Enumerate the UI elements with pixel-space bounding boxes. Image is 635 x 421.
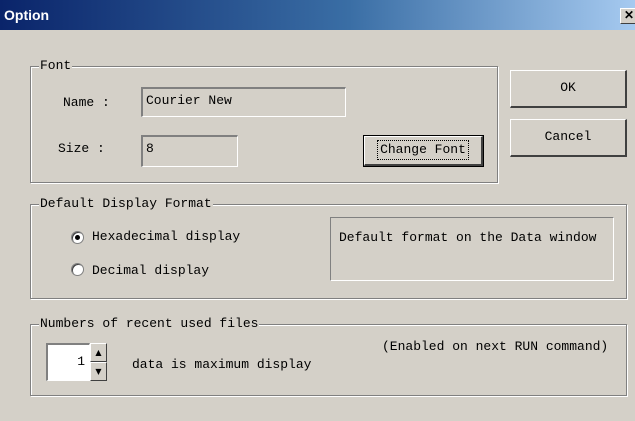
ok-button[interactable]: OK bbox=[510, 70, 627, 108]
font-name-field[interactable]: Courier New bbox=[141, 87, 346, 117]
spin-up-button[interactable]: ▲ bbox=[90, 343, 107, 362]
display-format-description: Default format on the Data window bbox=[330, 217, 614, 281]
change-font-label: Change Font bbox=[377, 140, 469, 160]
recent-files-spinner[interactable]: ▲ ▼ bbox=[90, 343, 107, 381]
recent-files-groupbox: Numbers of recent used files 1 ▲ ▼ data … bbox=[30, 316, 627, 396]
change-font-button[interactable]: Change Font bbox=[363, 135, 484, 167]
radio-button-hexadecimal[interactable] bbox=[71, 231, 84, 244]
font-group-legend: Font bbox=[39, 58, 73, 74]
recent-files-count-input[interactable]: 1 bbox=[46, 343, 90, 381]
cancel-button[interactable]: Cancel bbox=[510, 119, 627, 157]
font-size-label: Size : bbox=[58, 141, 105, 156]
font-name-label: Name : bbox=[63, 95, 110, 110]
spin-down-icon: ▼ bbox=[95, 367, 102, 376]
recent-files-note: (Enabled on next RUN command) bbox=[382, 339, 609, 354]
recent-files-legend: Numbers of recent used files bbox=[39, 316, 260, 332]
display-format-groupbox: Default Display Format Hexadecimal displ… bbox=[30, 196, 627, 299]
radio-selected-dot bbox=[75, 235, 80, 240]
radio-hexadecimal-label[interactable]: Hexadecimal display bbox=[92, 229, 240, 245]
window-title: Option bbox=[4, 7, 50, 23]
spin-up-icon: ▲ bbox=[95, 348, 102, 357]
radio-button-decimal[interactable] bbox=[71, 263, 84, 276]
font-groupbox: Font Name : Courier New Size : 8 Change … bbox=[30, 58, 498, 183]
radio-decimal-label[interactable]: Decimal display bbox=[92, 263, 209, 279]
close-icon: ✕ bbox=[624, 8, 635, 22]
title-bar: Option ✕ bbox=[0, 0, 635, 30]
recent-files-suffix-label: data is maximum display bbox=[132, 357, 312, 372]
close-button[interactable]: ✕ bbox=[620, 8, 635, 24]
font-size-field[interactable]: 8 bbox=[141, 135, 238, 167]
spin-down-button[interactable]: ▼ bbox=[90, 362, 107, 381]
display-format-legend: Default Display Format bbox=[39, 196, 213, 212]
